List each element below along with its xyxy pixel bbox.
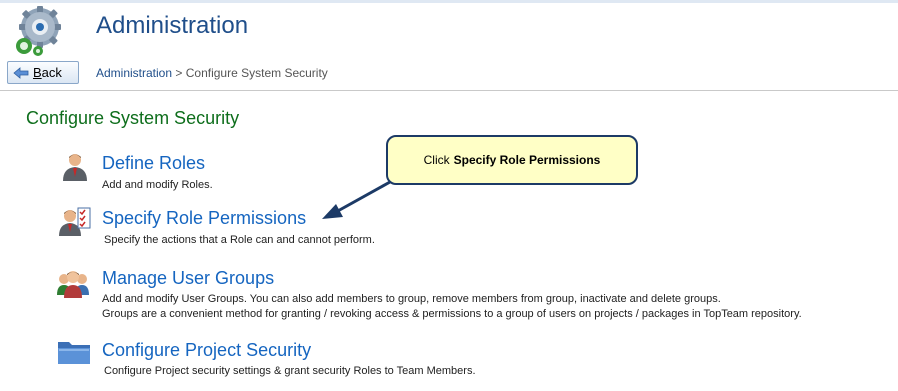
user-groups-icon[interactable] xyxy=(56,268,90,298)
back-button[interactable]: Back xyxy=(7,61,79,84)
breadcrumb-current: Configure System Security xyxy=(185,66,328,80)
manage-user-groups-link[interactable]: Manage User Groups xyxy=(102,268,274,289)
configure-project-security-description: Configure Project security settings & gr… xyxy=(104,365,476,377)
folder-icon[interactable] xyxy=(57,336,91,366)
callout-prefix: Click xyxy=(423,153,450,167)
manage-user-groups-description-line2: Groups are a convenient method for grant… xyxy=(102,308,802,320)
breadcrumb: Administration > Configure System Securi… xyxy=(96,66,328,80)
header-divider xyxy=(0,90,898,91)
define-roles-link[interactable]: Define Roles xyxy=(102,153,205,174)
manage-user-groups-description: Add and modify User Groups. You can also… xyxy=(102,293,721,305)
callout-arrow-icon xyxy=(322,180,391,219)
define-roles-description: Add and modify Roles. xyxy=(102,179,213,191)
configure-project-security-link[interactable]: Configure Project Security xyxy=(102,340,311,361)
breadcrumb-administration-link[interactable]: Administration xyxy=(96,66,172,80)
section-title: Configure System Security xyxy=(26,108,240,128)
top-border xyxy=(0,0,898,3)
callout-emphasis: Specify Role Permissions xyxy=(453,153,601,167)
gears-icon xyxy=(16,6,61,56)
user-role-icon[interactable] xyxy=(60,152,94,182)
back-button-label: Back xyxy=(33,65,62,80)
role-permissions-icon[interactable] xyxy=(58,207,92,237)
page-title: Administration xyxy=(96,12,249,39)
specify-role-permissions-link[interactable]: Specify Role Permissions xyxy=(102,208,306,229)
breadcrumb-separator: > xyxy=(175,66,183,80)
specify-role-permissions-description: Specify the actions that a Role can and … xyxy=(104,234,375,246)
instruction-callout: Click Specify Role Permissions xyxy=(386,135,638,185)
back-arrow-icon xyxy=(13,66,29,79)
